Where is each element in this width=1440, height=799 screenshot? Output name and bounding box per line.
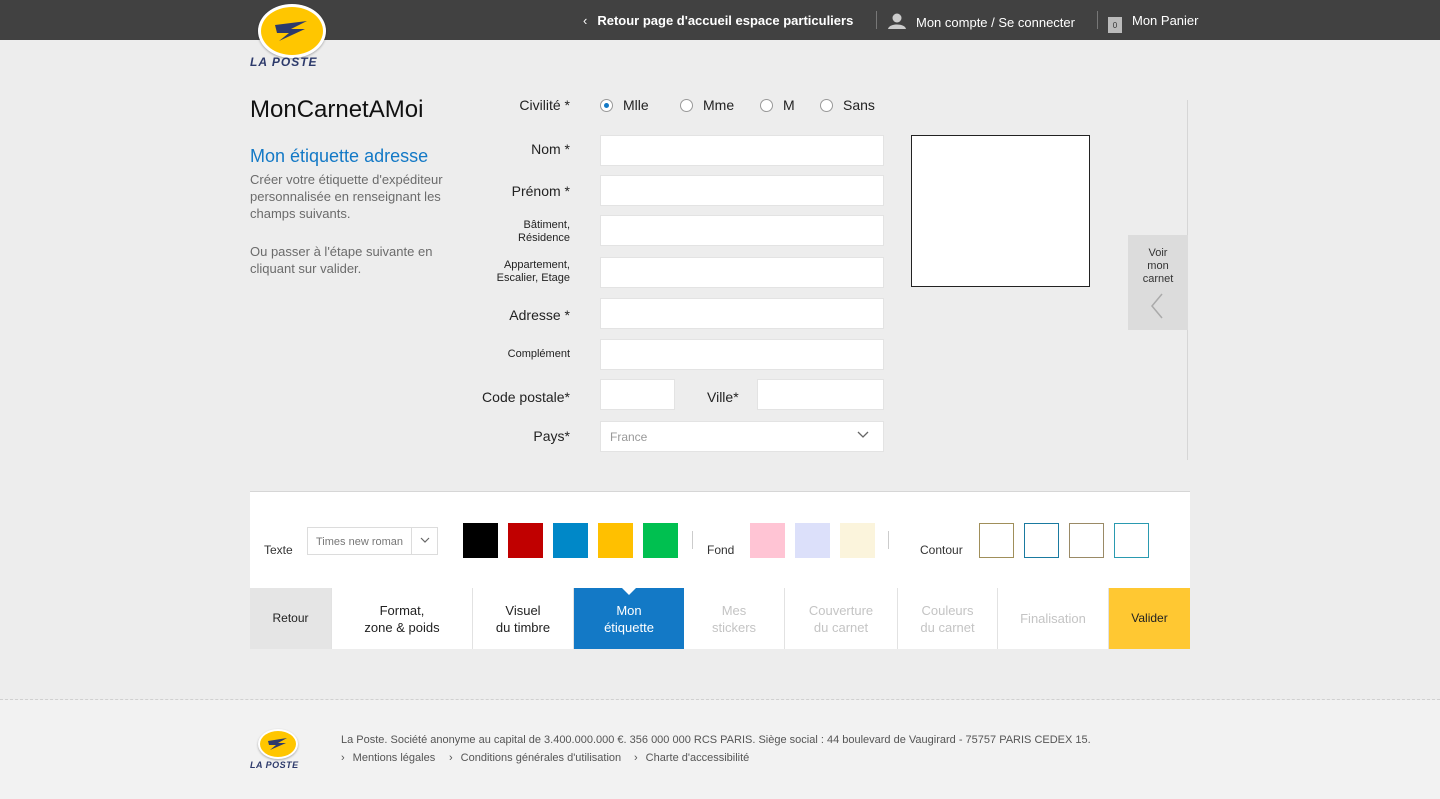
step-format[interactable]: Format, zone & poids xyxy=(332,588,473,649)
pays-select[interactable]: France xyxy=(600,421,884,452)
radio-checked-icon xyxy=(600,98,613,112)
radio-unchecked-icon xyxy=(760,98,773,112)
contour-swatch-1[interactable] xyxy=(979,523,1014,558)
radio-unchecked-icon xyxy=(680,98,693,112)
step-couleurs[interactable]: Couleurs du carnet xyxy=(898,588,998,649)
prenom-label: Prénom * xyxy=(511,183,570,199)
valider-button[interactable]: Valider xyxy=(1109,588,1190,649)
active-step-caret-icon xyxy=(621,587,637,595)
text-swatch-3[interactable] xyxy=(553,523,588,558)
fond-swatch-2[interactable] xyxy=(795,523,830,558)
footer-link-cgu[interactable]: › Conditions générales d'utilisation xyxy=(449,752,621,764)
code-postal-label: Code postale* xyxy=(482,389,570,405)
radio-sans[interactable]: Sans xyxy=(820,97,875,113)
nom-input[interactable] xyxy=(600,135,884,166)
chevron-down-icon xyxy=(857,428,869,443)
adresse-label: Adresse * xyxy=(509,307,570,323)
text-swatch-2[interactable] xyxy=(508,523,543,558)
page-title: MonCarnetAMoi xyxy=(250,96,424,123)
header-separator xyxy=(1097,11,1098,29)
step-finalisation[interactable]: Finalisation xyxy=(998,588,1109,649)
chevron-right-icon: › xyxy=(449,752,453,764)
fond-label: Fond xyxy=(707,543,735,557)
label-preview xyxy=(911,135,1090,287)
appartement-input[interactable] xyxy=(600,257,884,288)
footer-link-mentions[interactable]: › Mentions légales xyxy=(341,752,435,764)
footer-la-poste-logo[interactable]: LA POSTE xyxy=(250,729,300,771)
step-visuel[interactable]: Visuel du timbre xyxy=(473,588,574,649)
step-couverture[interactable]: Couverture du carnet xyxy=(785,588,898,649)
batiment-input[interactable] xyxy=(600,215,884,246)
chevron-down-icon xyxy=(419,534,431,549)
cart-link[interactable]: 0 Mon Panier xyxy=(1108,13,1198,33)
footer-legal-text: La Poste. Société anonyme au capital de … xyxy=(341,734,1091,746)
user-icon xyxy=(888,13,906,29)
text-swatch-5[interactable] xyxy=(643,523,678,558)
back-home-link[interactable]: ‹ Retour page d'accueil espace particulie… xyxy=(583,13,853,28)
ville-label: Ville* xyxy=(707,389,739,405)
chevron-right-icon: › xyxy=(341,752,345,764)
nom-label: Nom * xyxy=(531,141,570,157)
text-swatch-4[interactable] xyxy=(598,523,633,558)
radio-mlle[interactable]: Mlle xyxy=(600,97,649,113)
step-mon-etiquette[interactable]: Mon étiquette xyxy=(574,587,684,649)
select-divider xyxy=(411,528,412,554)
contour-label: Contour xyxy=(920,543,963,557)
complement-label: Complément xyxy=(507,348,570,360)
cart-bag-icon: 0 xyxy=(1108,17,1122,33)
top-bar: ‹ Retour page d'accueil espace particulie… xyxy=(0,0,1440,40)
texte-label: Texte xyxy=(264,543,293,557)
code-postal-input[interactable] xyxy=(600,379,675,410)
pays-label: Pays* xyxy=(533,428,570,444)
radio-unchecked-icon xyxy=(820,98,833,112)
header-separator xyxy=(876,11,877,29)
footer xyxy=(0,700,1440,799)
logo-bird-icon xyxy=(258,729,298,759)
contour-swatch-2[interactable] xyxy=(1024,523,1059,558)
chevron-left-icon xyxy=(1150,293,1164,319)
font-select[interactable]: Times new roman xyxy=(307,527,438,555)
section-hint: Ou passer à l'étape suivante en cliquant… xyxy=(250,244,433,276)
fond-swatch-3[interactable] xyxy=(840,523,875,558)
footer-link-accessibilite[interactable]: › Charte d'accessibilité xyxy=(634,752,749,764)
logo-bird-icon xyxy=(258,4,326,58)
radio-m[interactable]: M xyxy=(760,97,795,113)
account-link[interactable]: Mon compte / Se connecter xyxy=(888,13,1075,30)
text-swatch-1[interactable] xyxy=(463,523,498,558)
step-stickers[interactable]: Mes stickers xyxy=(684,588,785,649)
voir-carnet-button[interactable]: Voir mon carnet xyxy=(1128,235,1188,330)
chevron-left-icon: ‹ xyxy=(583,13,588,28)
fond-swatch-1[interactable] xyxy=(750,523,785,558)
toolbar-separator xyxy=(888,531,889,549)
contour-swatch-3[interactable] xyxy=(1069,523,1104,558)
section-title: Mon étiquette adresse xyxy=(250,146,429,166)
civilite-label: Civilité * xyxy=(519,97,570,113)
appartement-label: Appartement, Escalier, Etage xyxy=(496,259,570,284)
radio-mme[interactable]: Mme xyxy=(680,97,734,113)
contour-swatch-4[interactable] xyxy=(1114,523,1149,558)
section-description: Créer votre étiquette d'expéditeur perso… xyxy=(250,172,443,221)
step-retour-button[interactable]: Retour xyxy=(250,588,332,649)
ville-input[interactable] xyxy=(757,379,884,410)
la-poste-logo[interactable]: LA POSTE xyxy=(250,4,330,70)
prenom-input[interactable] xyxy=(600,175,884,206)
toolbar-separator xyxy=(692,531,693,549)
steps-nav: Retour Format, zone & poids Visuel du timb… xyxy=(250,587,1190,649)
adresse-input[interactable] xyxy=(600,298,884,329)
batiment-label: Bâtiment, Résidence xyxy=(518,219,570,244)
chevron-right-icon: › xyxy=(634,752,638,764)
complement-input[interactable] xyxy=(600,339,884,370)
